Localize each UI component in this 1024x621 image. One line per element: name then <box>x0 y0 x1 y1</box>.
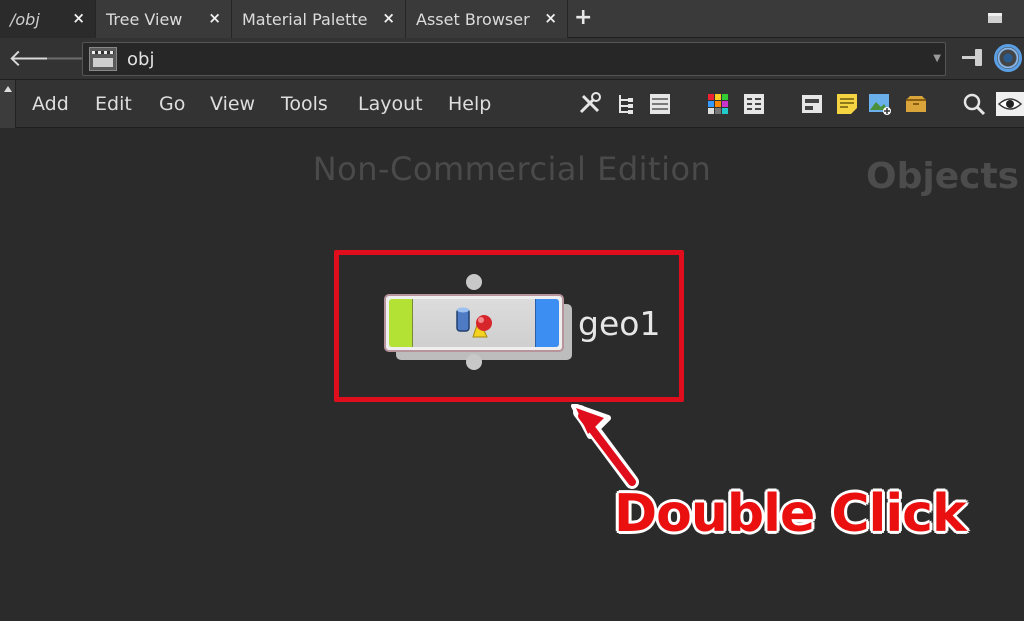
path-bar: 🡐 🡒 obj ▼ <box>0 38 1024 80</box>
asset-icon[interactable] <box>904 92 928 116</box>
menu-go[interactable]: Go <box>159 93 185 115</box>
eye-icon[interactable] <box>996 92 1024 116</box>
node-name-label: geo1 <box>578 304 661 343</box>
node-body[interactable] <box>389 299 559 347</box>
menu-bar: Add Edit Go View Tools Layout Help <box>0 80 1024 128</box>
path-value: obj <box>127 49 155 70</box>
node-bypass-flag[interactable] <box>389 299 413 347</box>
tab-label: Asset Browser <box>416 9 530 29</box>
tab-label: Material Palette <box>242 9 368 29</box>
close-icon[interactable]: × <box>72 9 85 27</box>
sticky-note-icon[interactable] <box>835 92 859 116</box>
list-icon[interactable] <box>648 92 672 116</box>
menu-edit[interactable]: Edit <box>95 93 132 115</box>
search-icon[interactable] <box>962 92 986 116</box>
tab-asset-browser[interactable]: Asset Browser × <box>406 0 568 38</box>
collapse-toolbar-icon[interactable] <box>0 80 16 128</box>
callout-arrow-icon <box>571 404 639 489</box>
path-field[interactable]: obj ▼ <box>82 42 946 76</box>
tab-material-palette[interactable]: Material Palette × <box>232 0 406 38</box>
pane-menu-icon[interactable] <box>988 13 1002 23</box>
close-icon[interactable]: × <box>382 9 395 27</box>
tools-icon[interactable] <box>578 92 602 116</box>
color-grid-icon[interactable] <box>706 92 730 116</box>
menu-layout[interactable]: Layout <box>358 93 423 115</box>
menu-tools[interactable]: Tools <box>281 93 328 115</box>
menu-view[interactable]: View <box>210 93 255 115</box>
tab-bar: /obj × Tree View × Material Palette × As… <box>0 0 1024 38</box>
link-icon[interactable] <box>994 44 1022 72</box>
node-display-flag[interactable] <box>535 299 559 347</box>
close-icon[interactable]: × <box>544 9 557 27</box>
node-input-connector[interactable] <box>466 274 482 290</box>
menu-add[interactable]: Add <box>32 93 69 115</box>
add-tab-icon[interactable]: + <box>574 5 592 30</box>
tab-obj[interactable]: /obj × <box>0 0 96 38</box>
context-label: Objects <box>866 156 1020 197</box>
image-icon[interactable] <box>868 92 892 116</box>
double-click-annotation: Double Click <box>614 484 967 544</box>
close-icon[interactable]: × <box>208 9 221 27</box>
network-box-icon[interactable] <box>800 92 824 116</box>
tab-label: /obj <box>10 9 40 29</box>
tab-label: Tree View <box>106 9 183 29</box>
node-output-connector[interactable] <box>466 354 482 370</box>
tab-tree-view[interactable]: Tree View × <box>96 0 232 38</box>
table-icon[interactable] <box>742 92 766 116</box>
menu-help[interactable]: Help <box>448 93 491 115</box>
dropdown-arrow-icon[interactable]: ▼ <box>933 53 941 64</box>
geo-node[interactable] <box>384 294 564 352</box>
tree-icon[interactable] <box>614 92 638 116</box>
obj-context-icon <box>89 47 117 71</box>
pin-icon[interactable] <box>962 48 986 68</box>
geometry-icon <box>456 307 492 338</box>
